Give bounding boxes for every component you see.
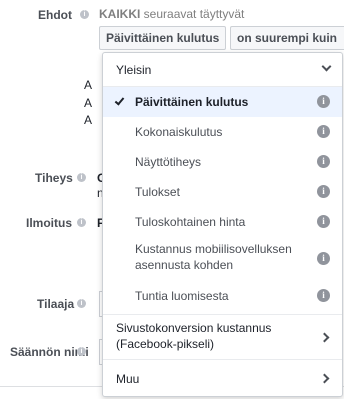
menu-item-frequency[interactable]: Näyttötiheys i (103, 147, 342, 177)
subscriber-label: Tilaaja (37, 297, 75, 311)
info-icon[interactable]: i (317, 215, 330, 228)
menu-item-hours-since-creation[interactable]: Tuntia luomisesta i (103, 281, 342, 311)
menu-item-label: Kokonaiskulutus (135, 125, 223, 139)
chevron-right-icon (319, 373, 330, 384)
conditions-label: Ehdot (38, 8, 72, 22)
metric-select-button[interactable]: Päivittäinen kulutus (99, 26, 226, 50)
info-icon[interactable]: i (317, 95, 330, 108)
check-icon (114, 95, 125, 106)
info-icon[interactable]: i (317, 252, 330, 265)
info-icon[interactable]: i (317, 155, 330, 168)
menu-item-daily-spend[interactable]: Päivittäinen kulutus i (103, 87, 342, 117)
metric-dropdown-menu: Yleisin Päivittäinen kulutus i Kokonaisk… (102, 52, 343, 397)
info-icon[interactable]: i (317, 289, 330, 302)
submenu-other[interactable]: Muu (103, 360, 342, 396)
menu-item-label: Tuloskohtainen hinta (135, 215, 246, 229)
category-label: Yleisin (116, 63, 152, 77)
category-header[interactable]: Yleisin (103, 53, 342, 86)
menu-item-cost-per-app-install[interactable]: Kustannus mobiilisovelluksen asennusta k… (103, 237, 342, 281)
frequency-label: Tiheys (35, 171, 73, 185)
menu-item-label: Päivittäinen kulutus (135, 95, 249, 109)
submenu-label: Sivustokonversion kustannus (Facebook-pi… (116, 321, 272, 351)
notify-label: Ilmoitus (26, 216, 73, 230)
info-icon[interactable]: i (317, 185, 330, 198)
menu-item-label: Kustannus mobiilisovelluksen asennusta k… (135, 242, 292, 272)
conditions-text: KAIKKI seuraavat täyttyvät (99, 7, 244, 21)
menu-item-label: Tuntia luomisesta (135, 289, 229, 303)
info-icon[interactable]: i (77, 218, 86, 227)
hidden-fragment: A (84, 113, 93, 127)
hidden-fragment: A (84, 78, 93, 92)
operator-select-button[interactable]: on suurempi kuin (230, 26, 344, 50)
menu-item-label: Näyttötiheys (135, 155, 202, 169)
menu-item-cost-per-result[interactable]: Tuloskohtainen hinta i (103, 207, 342, 237)
chevron-down-icon (321, 61, 332, 72)
hidden-fragment: A (84, 96, 93, 110)
submenu-label: Muu (116, 372, 140, 386)
menu-item-results[interactable]: Tulokset i (103, 177, 342, 207)
menu-item-total-spend[interactable]: Kokonaiskulutus i (103, 117, 342, 147)
info-icon[interactable]: i (77, 173, 86, 182)
info-icon[interactable]: i (77, 347, 86, 356)
conditions-text-bold: KAIKKI (99, 7, 141, 21)
info-icon[interactable]: i (317, 125, 330, 138)
info-icon[interactable]: i (77, 299, 86, 308)
chevron-right-icon (319, 332, 330, 343)
menu-item-label: Tulokset (135, 185, 180, 199)
info-icon[interactable]: i (80, 10, 89, 19)
submenu-website-conversion-cost[interactable]: Sivustokonversion kustannus (Facebook-pi… (103, 315, 342, 357)
conditions-text-rest: seuraavat täyttyvät (140, 7, 245, 21)
